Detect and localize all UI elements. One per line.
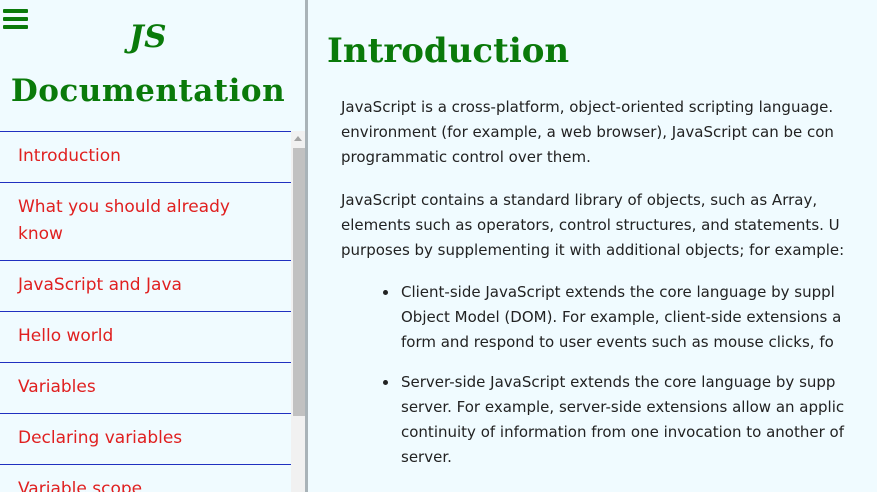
paragraph-line: purposes by supplementing it with additi…	[341, 241, 845, 259]
nav-link-introduction[interactable]: Introduction	[0, 132, 291, 183]
bullet-line: form and respond to user events such as …	[401, 333, 834, 351]
nav-link-declaring-variables[interactable]: Declaring variables	[0, 414, 291, 465]
list-item-server-side: Server-side JavaScript extends the core …	[383, 370, 877, 470]
bullet-list: Client-side JavaScript extends the core …	[383, 280, 877, 485]
paragraph-line: elements such as operators, control stru…	[341, 216, 840, 234]
sidebar-navbar: JS Documentation Introduction What you s…	[0, 0, 308, 492]
scrollbar-thumb[interactable]	[293, 148, 305, 416]
sidebar-title-line1: JS	[128, 19, 168, 55]
nav-scrollbar[interactable]	[291, 131, 305, 492]
sidebar-title-line2: Documentation	[10, 73, 286, 109]
intro-paragraph-2: JavaScript contains a standard library o…	[341, 188, 877, 263]
paragraph-line: programmatic control over them.	[341, 148, 591, 166]
paragraph-line: JavaScript is a cross-platform, object-o…	[341, 98, 834, 116]
bullet-line: Server-side JavaScript extends the core …	[401, 373, 836, 391]
bullet-line: Client-side JavaScript extends the core …	[401, 283, 835, 301]
sidebar-title: JS Documentation	[0, 10, 296, 118]
nav-link-variable-scope[interactable]: Variable scope	[0, 465, 291, 492]
paragraph-line: environment (for example, a web browser)…	[341, 123, 834, 141]
bullet-line: Object Model (DOM). For example, client-…	[401, 308, 842, 326]
paragraph-line: JavaScript contains a standard library o…	[341, 191, 818, 209]
page: JS Documentation Introduction What you s…	[0, 0, 877, 492]
nav-link-hello-world[interactable]: Hello world	[0, 312, 291, 363]
list-item-client-side: Client-side JavaScript extends the core …	[383, 280, 877, 355]
bullet-line: continuity of information from one invoc…	[401, 423, 844, 441]
main-doc: Introduction JavaScript is a cross-platf…	[308, 0, 877, 492]
section-title: Introduction	[327, 31, 570, 71]
intro-paragraph-1: JavaScript is a cross-platform, object-o…	[341, 95, 877, 170]
nav-list-container[interactable]: Introduction What you should already kno…	[0, 131, 291, 492]
nav-link-what-you-should-already-know[interactable]: What you should already know	[0, 183, 291, 261]
bullet-line: server. For example, server-side extensi…	[401, 398, 845, 416]
bullet-line: server.	[401, 448, 452, 466]
scroll-up-arrow-icon[interactable]	[294, 136, 302, 141]
nav-link-variables[interactable]: Variables	[0, 363, 291, 414]
nav-link-javascript-and-java[interactable]: JavaScript and Java	[0, 261, 291, 312]
nav-list: Introduction What you should already kno…	[0, 131, 291, 492]
